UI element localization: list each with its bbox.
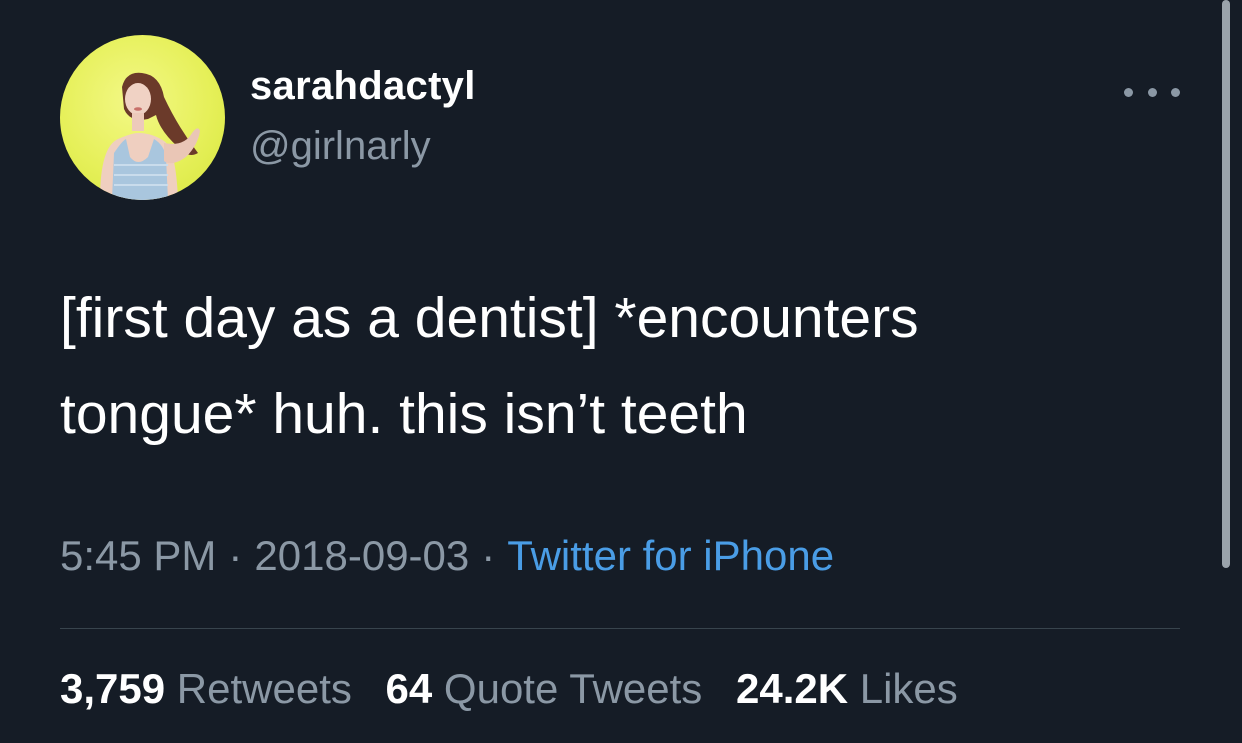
separator: ·: [481, 532, 496, 579]
tweet-source-link[interactable]: Twitter for iPhone: [507, 532, 834, 579]
quote-tweets-label: Quote Tweets: [443, 665, 703, 712]
likes-count: 24.2K: [735, 665, 849, 712]
separator: ·: [228, 532, 243, 579]
more-horizontal-icon-dot: [1147, 87, 1157, 97]
quote-tweets-stat[interactable]: 64 Quote Tweets: [386, 665, 703, 712]
likes-label: Likes: [859, 665, 958, 712]
retweets-stat[interactable]: 3,759 Retweets: [60, 665, 352, 712]
more-options-button[interactable]: [1124, 80, 1180, 104]
tweet-text-line: [first day as a dentist] *encounters: [60, 286, 919, 350]
display-name[interactable]: sarahdactyl: [250, 64, 476, 109]
scrollbar[interactable]: [1222, 0, 1230, 568]
more-horizontal-icon: [1124, 87, 1133, 97]
more-horizontal-icon-dot: [1171, 87, 1180, 97]
tweet-metadata: 5:45 PM · 2018-09-03 · Twitter for iPhone: [60, 532, 834, 580]
retweets-label: Retweets: [176, 665, 352, 712]
tweet-date[interactable]: 2018-09-03: [254, 532, 469, 579]
tweet-screen: sarahdactyl @girlnarly [first day as a d…: [0, 0, 1242, 743]
avatar[interactable]: [60, 35, 225, 200]
retweets-count: 3,759: [60, 665, 166, 712]
avatar-photo: [100, 72, 200, 200]
tweet-text: [first day as a dentist] *encounters ton…: [60, 270, 1160, 462]
tweet-stats: 3,759 Retweets 64 Quote Tweets 24.2K Lik…: [60, 665, 980, 713]
tweet-text-line: tongue* huh. this isn’t teeth: [60, 382, 748, 446]
divider: [60, 628, 1180, 629]
quote-tweets-count: 64: [385, 665, 433, 712]
user-handle[interactable]: @girlnarly: [250, 124, 431, 169]
likes-stat[interactable]: 24.2K Likes: [736, 665, 958, 712]
tweet-time[interactable]: 5:45 PM: [60, 532, 216, 579]
